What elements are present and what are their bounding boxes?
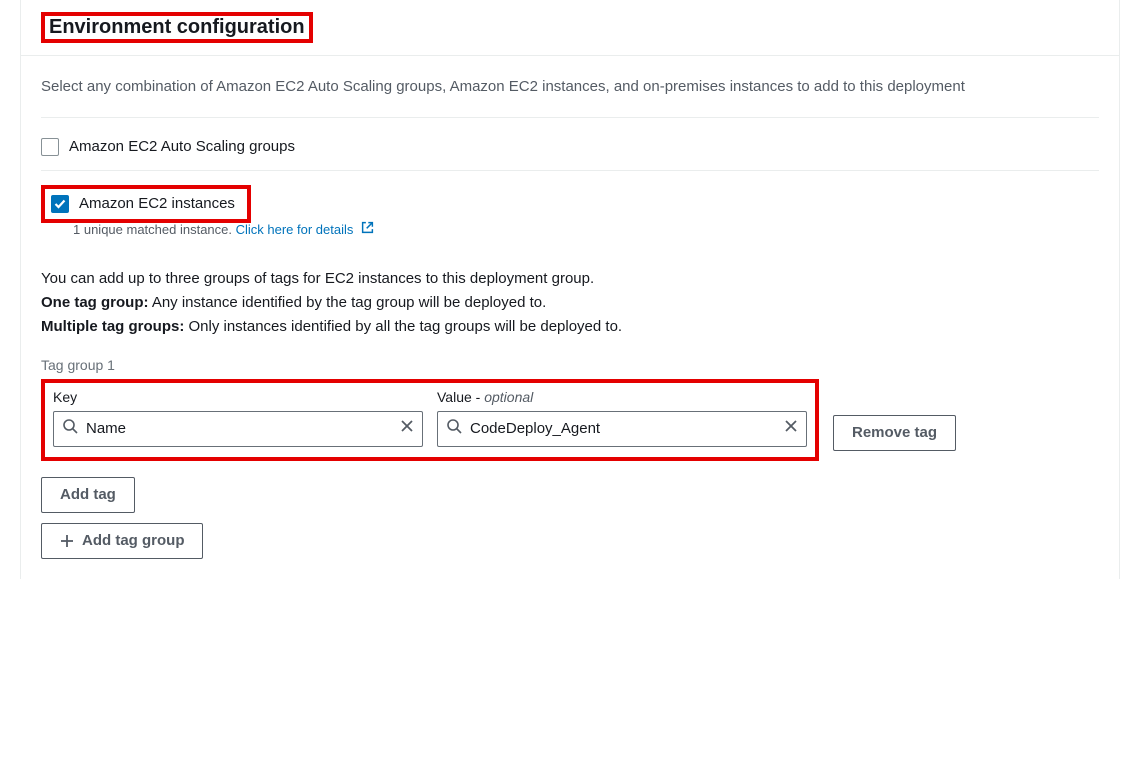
info-one-text: Any instance identified by the tag group…	[149, 294, 547, 311]
tag-key-input-wrapper	[53, 411, 423, 447]
section-header: Environment configuration	[21, 0, 1119, 56]
checkbox-ec2-instances[interactable]	[51, 195, 69, 213]
environment-config-panel: Environment configuration Select any com…	[20, 0, 1120, 579]
checkbox-auto-scaling[interactable]	[41, 138, 59, 156]
remove-tag-button[interactable]: Remove tag	[833, 415, 956, 451]
plus-icon	[60, 534, 74, 548]
tag-value-optional: optional	[484, 389, 533, 405]
search-icon	[446, 418, 462, 439]
tag-value-label-text: Value -	[437, 389, 484, 405]
section-title: Environment configuration	[49, 16, 305, 39]
tag-buttons: Add tag Add tag group	[41, 477, 1099, 559]
remove-tag-wrapper: Remove tag	[833, 415, 956, 461]
highlight-tag-inputs: Key Value - optional	[41, 379, 819, 461]
external-link-icon	[361, 221, 374, 237]
section-body: Select any combination of Amazon EC2 Aut…	[21, 56, 1119, 579]
tag-group-1-label: Tag group 1	[41, 357, 1099, 373]
checkbox-ec2-instances-label: Amazon EC2 instances	[79, 195, 235, 212]
tag-key-label: Key	[53, 389, 423, 405]
info-multi-text: Only instances identified by all the tag…	[184, 318, 622, 335]
checkbox-auto-scaling-label: Amazon EC2 Auto Scaling groups	[69, 138, 295, 155]
add-tag-group-label: Add tag group	[82, 532, 184, 549]
tag-key-col: Key	[53, 389, 423, 447]
match-prefix: 1 unique matched instance.	[73, 222, 236, 237]
info-line-one-group: One tag group: Any instance identified b…	[41, 291, 1099, 315]
info-line-1: You can add up to three groups of tags f…	[41, 267, 1099, 291]
section-description: Select any combination of Amazon EC2 Aut…	[41, 76, 1099, 118]
tag-value-col: Value - optional	[437, 389, 807, 447]
option-auto-scaling-row: Amazon EC2 Auto Scaling groups	[41, 132, 1099, 171]
clear-key-icon[interactable]	[400, 419, 414, 438]
tag-row: Key Value - optional	[41, 379, 1099, 461]
match-details-link[interactable]: Click here for details	[236, 222, 374, 237]
tag-info-block: You can add up to three groups of tags f…	[41, 267, 1099, 339]
highlight-ec2-checkbox: Amazon EC2 instances	[41, 185, 251, 223]
info-multi-label: Multiple tag groups:	[41, 318, 184, 335]
search-icon	[62, 418, 78, 439]
info-line-multi-group: Multiple tag groups: Only instances iden…	[41, 315, 1099, 339]
clear-value-icon[interactable]	[784, 419, 798, 438]
add-tag-label: Add tag	[60, 486, 116, 503]
highlight-title: Environment configuration	[41, 12, 313, 43]
info-one-label: One tag group:	[41, 294, 149, 311]
tag-value-input-wrapper	[437, 411, 807, 447]
tag-key-input[interactable]	[86, 420, 392, 437]
match-info: 1 unique matched instance. Click here fo…	[73, 221, 1099, 237]
tag-value-input[interactable]	[470, 420, 776, 437]
match-details-link-text: Click here for details	[236, 222, 354, 237]
check-icon	[54, 199, 66, 209]
add-tag-group-button[interactable]: Add tag group	[41, 523, 203, 559]
add-tag-button[interactable]: Add tag	[41, 477, 135, 513]
tag-value-label: Value - optional	[437, 389, 807, 405]
option-ec2-instances-row: Amazon EC2 instances 1 unique matched in…	[41, 185, 1099, 237]
remove-tag-label: Remove tag	[852, 424, 937, 441]
